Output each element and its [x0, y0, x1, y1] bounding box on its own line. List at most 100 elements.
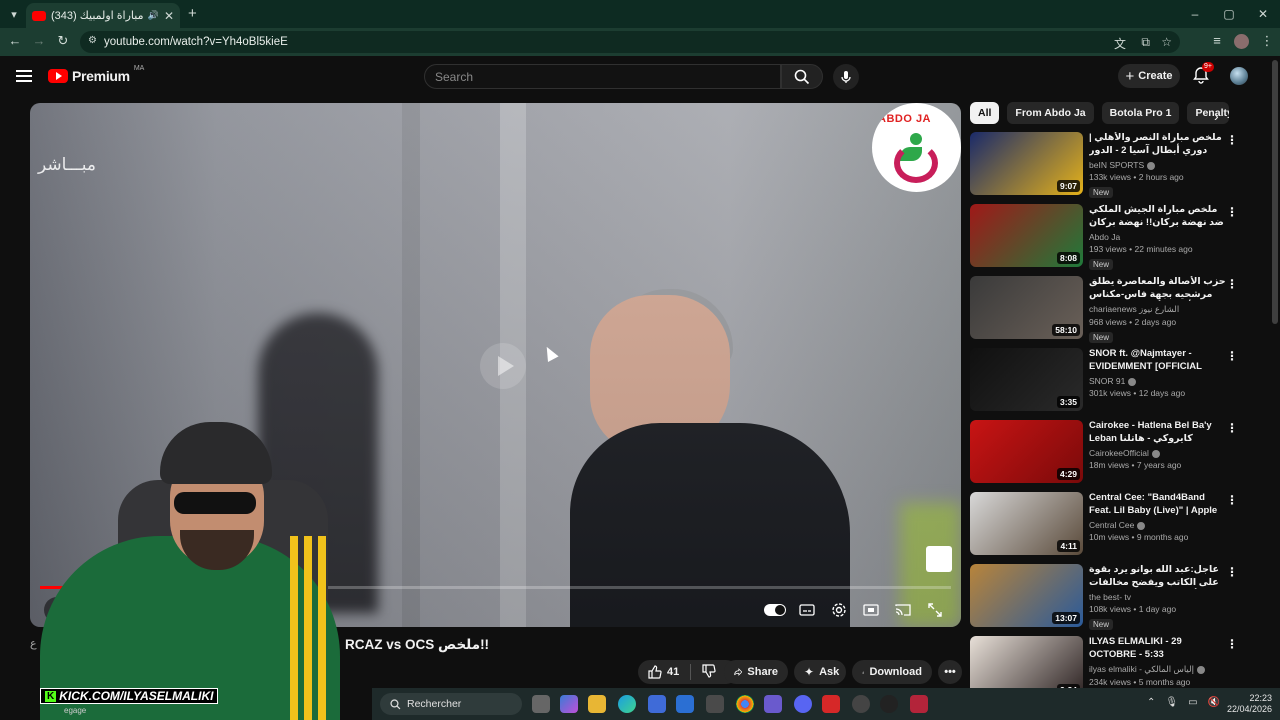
recommendation-channel[interactable]: ilyas elmaliki - إلياس المالكي [1089, 664, 1227, 675]
taskbar-search[interactable]: Rechercher [380, 693, 522, 715]
forward-arrow-icon[interactable]: → [30, 33, 48, 48]
recommendation-card[interactable]: 3:35 SNOR ft. @Najmtayer - EVIDEMMENT [OF… [970, 348, 1248, 414]
recommendation-thumbnail[interactable]: 4:11 [970, 492, 1083, 555]
microphone-tray-icon[interactable]: 🎙 [1165, 697, 1178, 708]
share-button[interactable]: Share [724, 660, 788, 684]
store-icon[interactable] [648, 695, 666, 713]
recommendation-title[interactable]: حزب الأصالة والمعاصرة يطلق مرشحيه بجهة ف… [1089, 276, 1227, 301]
chips-next-arrow-icon[interactable]: › [1214, 108, 1219, 124]
tiktok-icon[interactable] [880, 695, 898, 713]
recommendation-thumbnail[interactable]: 58:10 [970, 276, 1083, 339]
recommendation-channel[interactable]: the best- tv [1089, 592, 1227, 602]
recommendation-thumbnail[interactable]: 4:29 [970, 420, 1083, 483]
chip-all[interactable]: All [970, 102, 1000, 124]
more-vertical-icon[interactable]: ⋮ [1226, 494, 1238, 506]
recommendation-thumbnail[interactable]: 13:07 [970, 564, 1083, 627]
autoplay-toggle[interactable] [762, 597, 788, 623]
notifications-button[interactable]: 9+ [1192, 62, 1214, 86]
acrobat-icon[interactable] [822, 695, 840, 713]
miniplayer-button[interactable] [858, 597, 884, 623]
install-app-icon[interactable]: ⧉ [1141, 35, 1150, 50]
more-vertical-icon[interactable]: ⋮ [1226, 422, 1238, 434]
discord-icon[interactable] [794, 695, 812, 713]
obs-icon[interactable] [852, 695, 870, 713]
new-tab-button[interactable]: + [188, 5, 197, 22]
streaming-app-icon[interactable] [910, 695, 928, 713]
copilot-icon[interactable] [560, 695, 578, 713]
game-icon[interactable] [764, 695, 782, 713]
search-button[interactable] [781, 64, 823, 89]
taskbar-clock[interactable]: 22:23 22/04/2026 [1227, 693, 1272, 715]
back-arrow-icon[interactable]: ← [6, 33, 24, 48]
dislike-button[interactable] [702, 663, 716, 681]
outlook-icon[interactable] [676, 695, 694, 713]
maximize-button[interactable]: ▢ [1212, 0, 1246, 28]
recommendation-card[interactable]: 13:07 عاجل:عبد الله بوانو يرد بقوة على ال… [970, 564, 1248, 630]
recommendation-title[interactable]: Central Cee: "Band4Band Feat. Lil Baby (… [1089, 492, 1227, 517]
more-vertical-icon[interactable]: ⋮ [1226, 566, 1238, 578]
recommendation-thumbnail[interactable]: 9:07 [970, 132, 1083, 195]
recommendation-title[interactable]: Cairokee - Hatlena Bel Ba'y Leban كايروك… [1089, 420, 1227, 445]
recommendation-channel[interactable]: Central Cee [1089, 520, 1227, 530]
site-info-icon[interactable]: ⚙ [88, 35, 97, 46]
create-button[interactable]: + Create [1118, 64, 1180, 88]
more-actions-button[interactable]: ••• [938, 660, 962, 684]
recommendation-channel[interactable]: CairokeeOfficial [1089, 448, 1227, 458]
minimize-button[interactable]: – [1178, 0, 1212, 28]
translate-icon[interactable]: 文 [1114, 35, 1126, 52]
more-vertical-icon[interactable]: ⋮ [1226, 278, 1238, 290]
recommendation-title[interactable]: ILYAS ELMALIKI - 29 OCTOBRE - 5:33 [1089, 636, 1227, 661]
recommendation-channel[interactable]: beIN SPORTS [1089, 160, 1227, 170]
recommendation-card[interactable]: 8:08 ملخص مباراة الجيش الملكي ضد نهضة برك… [970, 204, 1248, 270]
recommendation-title[interactable]: ملخص مباراة النصر والأهلي | دوري أبطال آ… [1089, 132, 1227, 157]
download-button[interactable]: Download [852, 660, 932, 684]
fullscreen-exit-button[interactable] [922, 597, 948, 623]
recommendation-card[interactable]: 58:10 حزب الأصالة والمعاصرة يطلق مرشحيه ب… [970, 276, 1248, 343]
profile-avatar-icon[interactable] [1234, 34, 1249, 49]
youtube-premium-logo[interactable]: Premium MA [48, 65, 144, 84]
edge-icon[interactable] [618, 695, 636, 713]
cast-button[interactable] [890, 597, 916, 623]
page-scrollbar[interactable] [1272, 60, 1278, 324]
recommendation-card[interactable]: 4:29 Cairokee - Hatlena Bel Ba'y Leban كا… [970, 420, 1248, 486]
bookmark-star-icon[interactable]: ☆ [1161, 35, 1172, 49]
recommendation-thumbnail[interactable]: 3:35 [970, 348, 1083, 411]
settings-button[interactable] [826, 597, 852, 623]
chip-penalty[interactable]: Penalty k [1187, 102, 1230, 124]
recommendation-thumbnail[interactable]: 8:08 [970, 204, 1083, 267]
recommendation-channel[interactable]: Abdo Ja [1089, 232, 1227, 242]
chip-botola-pro-1[interactable]: Botola Pro 1 [1101, 102, 1180, 124]
more-vertical-icon[interactable]: ⋮ [1226, 134, 1238, 146]
chrome-icon[interactable] [736, 695, 754, 713]
ask-button[interactable]: ✦ Ask [794, 660, 846, 684]
close-window-button[interactable]: ✕ [1246, 0, 1280, 28]
more-vertical-icon[interactable]: ⋮ [1226, 638, 1238, 650]
like-button[interactable]: 41 [648, 665, 679, 679]
app-icon[interactable] [706, 695, 724, 713]
more-vertical-icon[interactable]: ⋮ [1226, 350, 1238, 362]
subtitles-button[interactable] [794, 597, 820, 623]
task-view-icon[interactable] [532, 695, 550, 713]
reload-icon[interactable]: ↻ [54, 33, 72, 49]
recommendation-title[interactable]: ملخص مباراة الجيش الملكي ضد نهضة بركان!!… [1089, 204, 1227, 229]
recommendation-title[interactable]: SNOR ft. @Najmtayer - EVIDEMMENT [OFFICI… [1089, 348, 1227, 373]
file-explorer-icon[interactable] [588, 695, 606, 713]
tray-expand-icon[interactable]: ⌃ [1147, 697, 1155, 708]
audio-icon[interactable]: 🔊 [148, 10, 159, 21]
network-icon[interactable]: ▭ [1188, 697, 1197, 708]
recommendation-title[interactable]: عاجل:عبد الله بوانو يرد بقوة على الكاتب … [1089, 564, 1227, 589]
browser-tab-active[interactable]: ملخص مباراة اولمبيك (343) 🔊 ✕ [26, 3, 180, 28]
volume-muted-icon[interactable]: 🔇 [1208, 697, 1220, 708]
more-vertical-icon[interactable]: ⋮ [1226, 206, 1238, 218]
account-avatar[interactable] [1230, 67, 1248, 85]
address-bar[interactable]: ⚙ youtube.com/watch?v=Yh4oBl5kieE 文 ⧉ ☆ [80, 31, 1180, 53]
recommendation-card[interactable]: 9:07 ملخص مباراة النصر والأهلي | دوري أبط… [970, 132, 1248, 198]
voice-search-button[interactable] [833, 64, 859, 90]
hamburger-menu-icon[interactable] [16, 70, 32, 82]
browser-menu-icon[interactable]: ⋮ [1258, 33, 1276, 49]
branding-watermark[interactable] [926, 546, 952, 572]
tab-close-icon[interactable]: ✕ [164, 9, 174, 23]
chip-from-abdo-ja[interactable]: From Abdo Ja [1007, 102, 1094, 124]
recommendation-channel[interactable]: chariaenews الشارع نيوز [1089, 304, 1227, 315]
recommendation-channel[interactable]: SNOR 91 [1089, 376, 1227, 386]
